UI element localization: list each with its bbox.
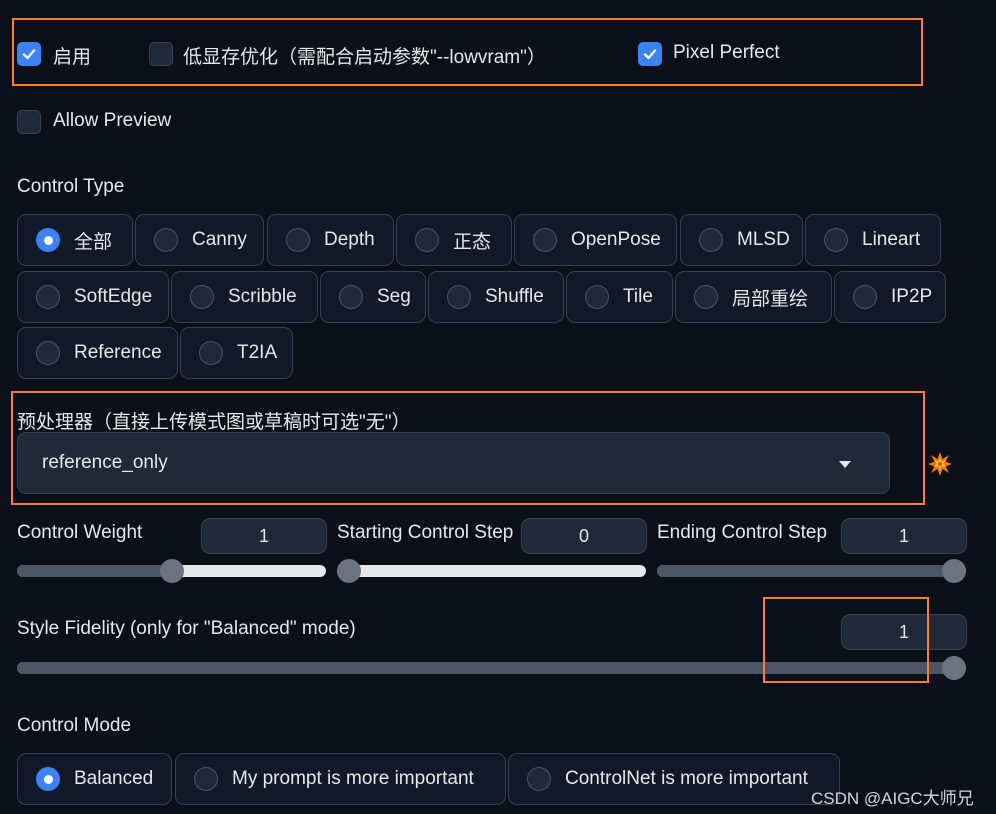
- control-type-option-shuffle[interactable]: Shuffle: [428, 271, 564, 323]
- watermark: CSDN @AIGC大师兄: [811, 789, 974, 808]
- control-type-option-lineart[interactable]: Lineart: [805, 214, 941, 266]
- radio-icon: [853, 285, 877, 309]
- ending-step-label: Ending Control Step: [657, 522, 828, 543]
- radio-selected-icon: [36, 767, 60, 791]
- control-type-option-scribble[interactable]: Scribble: [171, 271, 318, 323]
- option-label: Shuffle: [485, 286, 544, 307]
- highlight-box-options: [12, 18, 923, 86]
- option-label: Canny: [192, 229, 247, 250]
- ending-step-input[interactable]: 1: [841, 518, 967, 554]
- radio-icon: [194, 767, 218, 791]
- radio-icon: [415, 228, 439, 252]
- starting-step-input[interactable]: 0: [521, 518, 647, 554]
- control-type-option-normal[interactable]: 正态: [396, 214, 512, 266]
- radio-icon: [286, 228, 310, 252]
- control-type-option-t2ia[interactable]: T2IA: [180, 327, 293, 379]
- control-weight-label: Control Weight: [17, 522, 143, 543]
- option-label: Tile: [623, 286, 653, 307]
- control-type-label: Control Type: [17, 176, 125, 197]
- control-mode-label: Control Mode: [17, 715, 132, 736]
- control-type-option-mlsd[interactable]: MLSD: [680, 214, 803, 266]
- control-mode-option-balanced[interactable]: Balanced: [17, 753, 172, 805]
- option-label: Scribble: [228, 286, 297, 307]
- starting-step-label: Starting Control Step: [337, 522, 514, 543]
- radio-icon: [199, 341, 223, 365]
- highlight-box-style-fidelity: [763, 597, 929, 683]
- control-type-option-tile[interactable]: Tile: [566, 271, 673, 323]
- option-label: OpenPose: [571, 229, 661, 250]
- control-weight-input[interactable]: 1: [201, 518, 327, 554]
- slider-thumb[interactable]: [337, 559, 361, 583]
- option-label: Lineart: [862, 229, 921, 250]
- radio-icon: [585, 285, 609, 309]
- option-label: Seg: [377, 286, 411, 307]
- option-label: Depth: [324, 229, 375, 250]
- radio-icon: [36, 285, 60, 309]
- radio-icon: [339, 285, 363, 309]
- control-type-option-ip2p[interactable]: IP2P: [834, 271, 946, 323]
- highlight-box-preprocessor: [11, 391, 925, 505]
- ending-step-slider[interactable]: [657, 559, 966, 583]
- allow-preview-label: Allow Preview: [53, 110, 172, 131]
- option-label: My prompt is more important: [232, 768, 474, 789]
- option-label: 正态: [453, 231, 492, 253]
- radio-icon: [154, 228, 178, 252]
- control-type-option-canny[interactable]: Canny: [135, 214, 264, 266]
- control-type-option-all[interactable]: 全部: [17, 214, 133, 266]
- slider-fill: [17, 565, 172, 577]
- radio-icon: [694, 285, 718, 309]
- control-mode-option-controlnet[interactable]: ControlNet is more important: [508, 753, 840, 805]
- explosion-icon[interactable]: [927, 451, 953, 477]
- option-label: Balanced: [74, 768, 154, 789]
- style-fidelity-label: Style Fidelity (only for "Balanced" mode…: [17, 618, 356, 639]
- control-type-option-depth[interactable]: Depth: [267, 214, 394, 266]
- slider-thumb[interactable]: [159, 559, 184, 583]
- control-type-option-reference[interactable]: Reference: [17, 327, 178, 379]
- control-weight-slider[interactable]: [17, 559, 326, 583]
- radio-icon: [190, 285, 214, 309]
- control-type-option-seg[interactable]: Seg: [320, 271, 426, 323]
- option-label: SoftEdge: [74, 286, 153, 307]
- control-type-option-softedge[interactable]: SoftEdge: [17, 271, 169, 323]
- option-label: ControlNet is more important: [565, 768, 808, 789]
- radio-icon: [824, 228, 848, 252]
- allow-preview-checkbox[interactable]: [17, 110, 41, 134]
- slider-fill: [657, 565, 966, 577]
- radio-icon: [447, 285, 471, 309]
- radio-icon: [527, 767, 551, 791]
- radio-icon: [533, 228, 557, 252]
- control-type-option-openpose[interactable]: OpenPose: [514, 214, 677, 266]
- option-label: 全部: [74, 231, 113, 253]
- radio-selected-icon: [36, 228, 60, 252]
- control-mode-option-prompt[interactable]: My prompt is more important: [175, 753, 506, 805]
- option-label: T2IA: [237, 342, 278, 363]
- radio-icon: [36, 341, 60, 365]
- option-label: 局部重绘: [732, 288, 809, 310]
- slider-thumb[interactable]: [942, 656, 966, 680]
- control-type-option-inpaint[interactable]: 局部重绘: [675, 271, 832, 323]
- radio-icon: [699, 228, 723, 252]
- option-label: MLSD: [737, 229, 790, 250]
- option-label: IP2P: [891, 286, 933, 307]
- option-label: Reference: [74, 342, 162, 363]
- starting-step-slider[interactable]: [337, 559, 646, 583]
- slider-thumb[interactable]: [942, 559, 966, 583]
